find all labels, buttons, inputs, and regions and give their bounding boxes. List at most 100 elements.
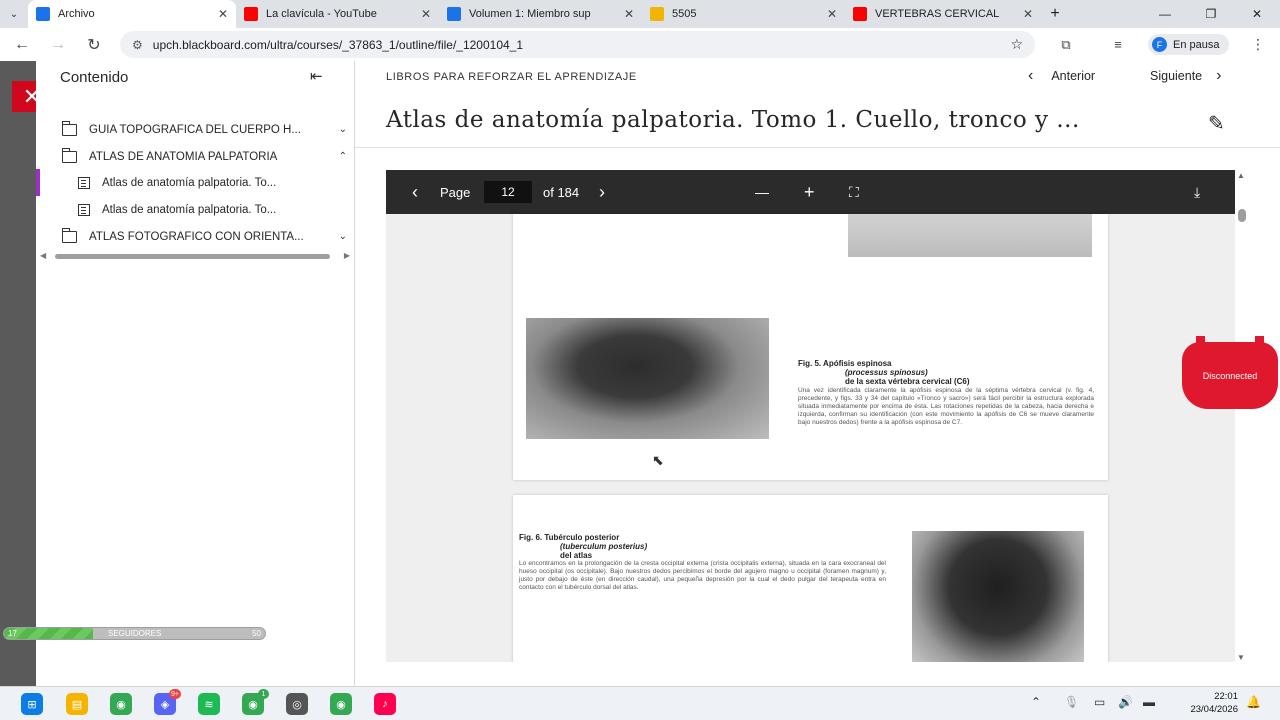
page-number-input[interactable]: 12	[484, 181, 532, 203]
browser-menu-icon[interactable]: ⋮	[1240, 28, 1276, 61]
blackboard-favicon-icon	[36, 7, 50, 21]
spotify-icon[interactable]: ≋	[198, 693, 220, 715]
close-tab-icon[interactable]: ✕	[218, 7, 228, 21]
vertical-scroll-thumb[interactable]	[1238, 209, 1246, 222]
browser-tab[interactable]: La clavícula - YouTube ✕	[236, 0, 439, 28]
outline-item-label: Atlas de anatomía palpatoria. To...	[102, 176, 277, 189]
browser-tab[interactable]: 5505 ✕	[642, 0, 845, 28]
windows-taskbar: ⊞ ▤ ◉ ◈ 9+ ≋ ◉ 1 ◎ ◉ ♪ ⌃ 🎙 ▭ 🔊 ▬ 22:01 23/04/2026 …	[0, 686, 1280, 720]
course-side-rail	[0, 61, 36, 686]
obs-icon[interactable]: ◎	[286, 693, 308, 715]
previous-label: Anterior	[1051, 69, 1096, 83]
zoom-in-icon[interactable]: +	[804, 170, 815, 214]
previous-page-icon[interactable]: ‹	[412, 170, 418, 214]
tab-search-icon[interactable]: ⌄	[0, 0, 28, 28]
scroll-down-icon[interactable]: ▼	[1237, 653, 1245, 662]
tiktok-icon[interactable]: ♪	[374, 693, 396, 715]
outline-item-label: GUIA TOPOGRAFICA DEL CUERPO H...	[89, 123, 301, 136]
profile-avatar: F	[1152, 37, 1167, 52]
restore-icon[interactable]: ❐	[1188, 0, 1234, 28]
next-page-icon[interactable]: ›	[599, 170, 605, 214]
browser-toolbar: ← → ↻ ⚙ upch.blackboard.com/ultra/course…	[0, 28, 1280, 61]
outline-folder-item[interactable]: ATLAS FOTOGRAFICO CON ORIENTA... ⌄	[36, 223, 355, 250]
browser-tab[interactable]: Volumen 1: Miembro sup ✕	[439, 0, 642, 28]
outline-item-label: Atlas de anatomía palpatoria. To...	[102, 203, 277, 216]
chevron-up-icon[interactable]: ⌃	[339, 151, 347, 162]
microphone-icon[interactable]: 🎙	[1064, 695, 1079, 709]
minimize-icon[interactable]: —	[1142, 0, 1188, 28]
url-text: upch.blackboard.com/ultra/courses/_37863…	[152, 37, 524, 52]
zoom-out-icon[interactable]: —	[755, 170, 769, 214]
close-window-icon[interactable]: ✕	[1234, 0, 1280, 28]
browser-tab[interactable]: VERTEBRAS CERVICAL ✕	[845, 0, 1041, 28]
close-tab-icon[interactable]: ✕	[1023, 7, 1033, 21]
profile-button[interactable]: F En pausa	[1148, 34, 1230, 55]
bookmark-star-icon[interactable]: ☆	[1010, 36, 1023, 53]
figure-6-text: Lo encontramos en la prolongación de la …	[519, 560, 886, 591]
reload-icon[interactable]: ↻	[76, 28, 112, 61]
folder-icon	[61, 120, 77, 136]
close-tab-icon[interactable]: ✕	[827, 7, 837, 21]
back-icon[interactable]: ←	[4, 28, 40, 61]
system-clock[interactable]: 22:01 23/04/2026	[1170, 690, 1238, 716]
file-explorer-icon[interactable]: ▤	[66, 693, 88, 715]
scroll-up-icon[interactable]: ▲	[1237, 171, 1245, 180]
media-controls-icon[interactable]: ≡	[1100, 28, 1136, 61]
divider	[355, 147, 1280, 148]
scroll-thumb[interactable]	[55, 254, 330, 259]
pdf-page: Fig. 5. Apófisis espinosa (processus spi…	[513, 214, 1108, 480]
battery-icon[interactable]: ▬	[1143, 695, 1155, 709]
chrome-profile-icon[interactable]: ◉ 1	[242, 689, 269, 715]
figure-5-text: Una vez identificada claramente la apófi…	[798, 387, 1094, 426]
close-tab-icon[interactable]: ✕	[624, 7, 634, 21]
shield-favicon-icon	[650, 7, 664, 21]
chrome-active-icon[interactable]: ◉	[330, 693, 352, 715]
new-tab-button[interactable]: +	[1041, 0, 1069, 28]
chevron-right-icon: ›	[1216, 67, 1222, 84]
forward-icon[interactable]: →	[40, 28, 76, 61]
download-icon[interactable]: ⤓	[1194, 170, 1200, 214]
outline-item-label: ATLAS DE ANATOMIA PALPATORIA	[89, 150, 278, 163]
outline-horizontal-scrollbar[interactable]: ◀ ▶	[40, 251, 350, 261]
outline-folder-item[interactable]: ATLAS DE ANATOMIA PALPATORIA ⌃	[36, 143, 355, 170]
volume-icon[interactable]: 🔊	[1118, 695, 1133, 709]
figure-photo	[848, 214, 1092, 257]
chrome-icon[interactable]: ◉	[110, 693, 132, 715]
outline-document-item[interactable]: Atlas de anatomía palpatoria. To...	[36, 196, 355, 223]
outline-title: Contenido	[60, 69, 129, 86]
discord-icon[interactable]: ◈ 9+	[154, 689, 181, 715]
figure-6-photo	[912, 531, 1084, 662]
page-label: Page	[440, 184, 471, 200]
youtube-favicon-icon	[244, 7, 258, 21]
network-icon[interactable]: ▭	[1094, 695, 1105, 709]
site-info-icon[interactable]: ⚙	[132, 38, 143, 52]
fullscreen-icon[interactable]: ⛶	[849, 170, 859, 214]
folder-icon	[61, 227, 77, 243]
chevron-down-icon[interactable]: ⌄	[339, 231, 347, 242]
followers-label: SEGUIDORES	[108, 629, 162, 638]
scroll-left-icon[interactable]: ◀	[40, 251, 46, 260]
previous-button[interactable]: ‹ Anterior	[1028, 67, 1095, 85]
tray-overflow-icon[interactable]: ⌃	[1031, 695, 1041, 709]
page-total: of 184	[543, 184, 580, 200]
clock-date: 23/04/2026	[1190, 704, 1238, 715]
browser-tab[interactable]: Archivo ✕	[28, 0, 236, 28]
outline-document-item[interactable]: Atlas de anatomía palpatoria. To...	[36, 169, 355, 196]
notifications-icon[interactable]: 🔔	[1246, 695, 1261, 709]
address-bar[interactable]: ⚙ upch.blackboard.com/ultra/courses/_378…	[120, 31, 1035, 58]
chevron-down-icon[interactable]: ⌄	[339, 124, 347, 135]
ai-assist-icon[interactable]: ✎	[1208, 111, 1225, 136]
extensions-icon[interactable]: ⧉	[1048, 28, 1084, 61]
pdf-page: Fig. 6. Tubérculo posterior (tuberculum …	[513, 495, 1108, 662]
scroll-right-icon[interactable]: ▶	[344, 251, 350, 260]
collapse-panel-icon[interactable]: ⇤	[310, 67, 323, 85]
outline-folder-item[interactable]: GUIA TOPOGRAFICA DEL CUERPO H... ⌄	[36, 116, 355, 143]
followers-goal: 50	[252, 629, 261, 638]
followers-goal-widget: 17 SEGUIDORES 50	[3, 627, 266, 640]
pdf-viewer[interactable]: ‹ Page 12 of 184 › — + ⛶ ⤓ Fig. 5. Apófi…	[386, 170, 1235, 662]
tab-title: VERTEBRAS CERVICAL	[875, 8, 1000, 20]
clock-time: 22:01	[1214, 691, 1238, 702]
start-icon[interactable]: ⊞	[21, 693, 43, 715]
next-button[interactable]: Siguiente ›	[1150, 67, 1221, 85]
close-tab-icon[interactable]: ✕	[421, 7, 431, 21]
